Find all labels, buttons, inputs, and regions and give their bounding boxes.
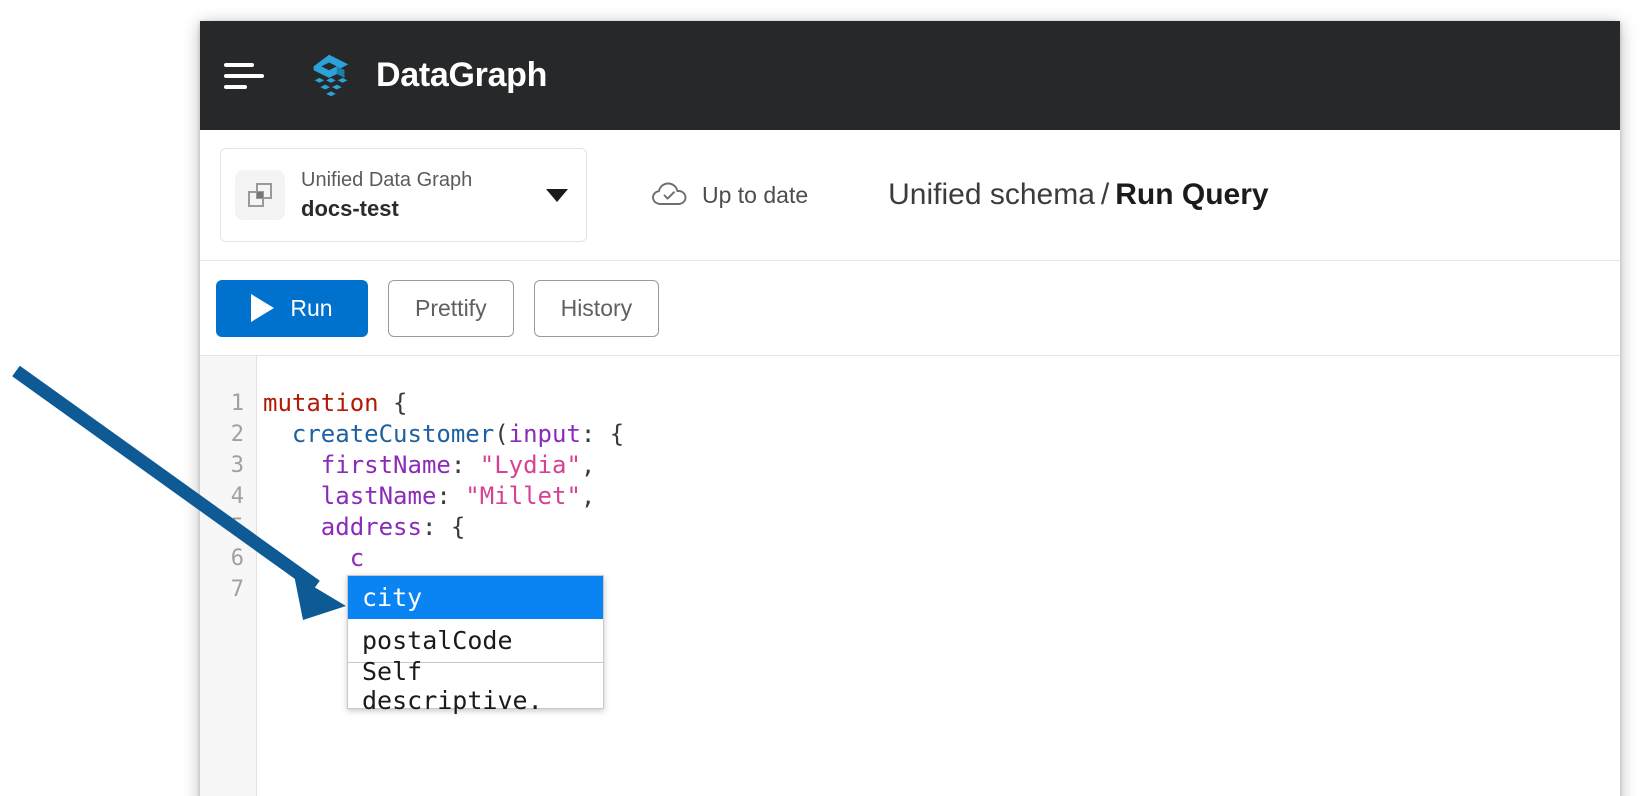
chevron-down-icon[interactable] [546,189,568,202]
code-token: lastName [321,482,437,510]
code-line: mutation { [263,388,1620,419]
play-icon [251,294,274,322]
run-button-label: Run [290,295,332,322]
context-bar: Unified Data Graph docs-test Up to date … [200,130,1620,261]
autocomplete-hint: Self descriptive. [348,662,603,708]
hamburger-line-1 [224,63,254,67]
autocomplete-popup[interactable]: citypostalCodeSelf descriptive. [347,575,604,709]
graph-selector-value: docs-test [301,195,536,223]
code-line: c [263,543,1620,574]
query-toolbar: Run Prettify History [200,261,1620,356]
breadcrumb-separator: / [1101,178,1109,211]
status-badge: Up to date [651,181,808,209]
status-text: Up to date [702,182,808,209]
app-window: DataGraph Unified Data Graph docs-test [200,21,1620,796]
graph-selector-label: Unified Data Graph [301,168,536,193]
line-number: 6 [200,543,256,574]
autocomplete-item-city[interactable]: city [348,576,603,619]
history-button-label: History [561,295,633,322]
hamburger-menu-icon[interactable] [224,61,264,91]
hamburger-line-3 [224,85,247,89]
code-token: : { [581,420,624,448]
breadcrumb: Unified schema/Run Query [888,178,1268,212]
run-button[interactable]: Run [216,280,368,337]
graph-selector-text: Unified Data Graph docs-test [301,168,536,223]
code-token: input [509,420,581,448]
code-token: createCustomer [292,420,494,448]
code-token: "Lydia" [480,451,581,479]
query-editor[interactable]: 1234567 mutation { createCustomer(input:… [200,356,1620,796]
editor-line-numbers: 1234567 [200,356,257,796]
line-number: 4 [200,481,256,512]
code-token [263,513,321,541]
code-token: ( [494,420,508,448]
code-token: : [436,482,465,510]
code-token: c [350,544,364,572]
code-token: , [581,482,595,510]
code-line: firstName: "Lydia", [263,450,1620,481]
code-token: { [379,389,408,417]
code-token: : [451,451,480,479]
datagraph-logo-icon [304,49,358,103]
line-number: 3 [200,450,256,481]
code-token: firstName [321,451,451,479]
hamburger-line-2 [224,74,264,78]
app-title: DataGraph [376,56,547,95]
code-token [263,482,321,510]
code-token [263,451,321,479]
code-line: lastName: "Millet", [263,481,1620,512]
app-header: DataGraph [200,21,1620,130]
breadcrumb-current: Run Query [1115,178,1268,211]
line-number: 5 [200,512,256,543]
code-token: address [321,513,422,541]
history-button[interactable]: History [534,280,660,337]
code-token: : { [422,513,465,541]
breadcrumb-parent[interactable]: Unified schema [888,178,1095,211]
code-line: createCustomer(input: { [263,419,1620,450]
code-token: mutation [263,389,379,417]
code-token: , [581,451,595,479]
code-token: "Millet" [465,482,581,510]
screenshot-canvas: DataGraph Unified Data Graph docs-test [0,0,1644,796]
prettify-button-label: Prettify [415,295,487,322]
code-line: address: { [263,512,1620,543]
line-number: 2 [200,419,256,450]
graph-selector[interactable]: Unified Data Graph docs-test [220,148,587,242]
prettify-button[interactable]: Prettify [388,280,514,337]
graph-squares-icon [235,170,285,220]
code-token [263,420,292,448]
code-token [263,544,350,572]
cloud-check-icon [651,181,689,209]
line-number: 7 [200,574,256,605]
line-number: 1 [200,388,256,419]
brand[interactable]: DataGraph [304,49,547,103]
